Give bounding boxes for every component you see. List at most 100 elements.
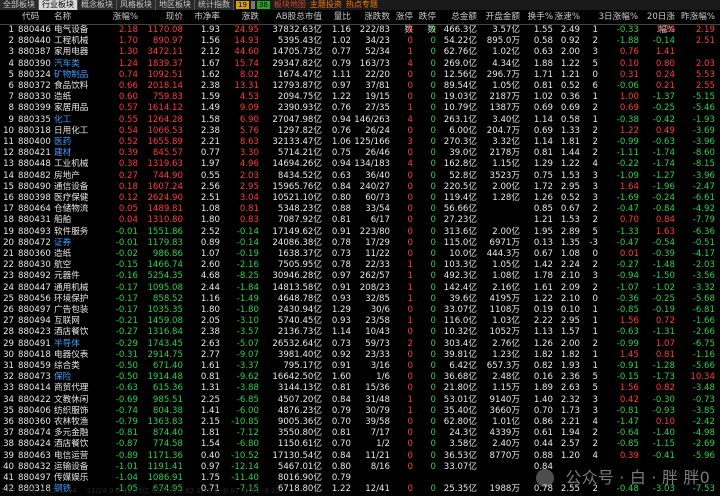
table-row[interactable]: 10 880318 日用化工 0.54 1066.53 2.38 5.76 1297.82亿 0… (0, 125, 720, 137)
table-row[interactable]: 30 880418 电器仪表 -0.31 2914.75 2.77 -9.07 3981.40… (0, 349, 720, 361)
table-row[interactable]: 17 880464 仓储物流 0.05 1489.81 1.08 0.81 5348.23亿 0… (0, 203, 720, 215)
table-row[interactable]: 24 880447 通用机械 -0.17 1095.08 2.44 -1.84 14813.5… (0, 282, 720, 294)
col-adv-dec[interactable]: 涨跌数 (352, 11, 390, 24)
table-row[interactable]: 33 880414 商贸代理 -0.63 615.36 1.31 -3.88 3144.13亿… (0, 382, 720, 394)
table-row[interactable]: 25 880456 环境保护 -0.17 858.52 1.16 -1.49 4648.78亿… (0, 293, 720, 305)
tab-concept-sectors[interactable]: 概念板块 (78, 0, 117, 10)
cell-d20: 0.72 (655, 316, 675, 327)
tab-region-sectors[interactable]: 地区板块 (156, 0, 195, 10)
cell-price: 2914.75 (147, 349, 183, 360)
table-row[interactable]: 37 880474 多元金融 -0.81 874.40 1.81 -7.12 3550.80亿… (0, 427, 720, 439)
table-row[interactable]: 20 880472 证券 -0.01 1179.83 0.89 -0.14 24086.38亿… (0, 237, 720, 249)
col-3d-change[interactable]: 3日涨幅% (580, 11, 638, 24)
table-row[interactable]: 2 880440 工程机械 1.70 890.97 1.56 14.93 5395.43亿 1.… (0, 35, 720, 47)
table-row[interactable]: 29 880491 半导体 -0.29 1743.45 2.63 -5.07 26532.64… (0, 338, 720, 350)
table-row[interactable]: 31 880459 综合类 -0.50 671.40 1.61 -3.37 795.17亿 0.… (0, 360, 720, 372)
cell-prev: -6.36 (692, 226, 715, 237)
cell-amt: 27.23亿 (443, 215, 477, 226)
cell-name: 工业机械 (54, 159, 89, 170)
col-name[interactable]: 名称 (54, 11, 106, 24)
tab-style-sectors[interactable]: 风格板块 (117, 0, 156, 10)
col-turnover[interactable]: 换手% (521, 11, 553, 24)
table-row[interactable]: 19 880493 软件服务 -0.01 1551.86 2.52 -0.14 17149.6… (0, 226, 720, 238)
table-row[interactable]: 23 880492 元器件 -0.16 5254.35 4.68 -8.25 30946.28… (0, 270, 720, 282)
tab-stat-index[interactable]: 统计指数 (195, 0, 234, 10)
cell-lu: 0 (407, 181, 413, 192)
cell-ld (414, 472, 436, 484)
cell-d3p: -0.99 (616, 338, 639, 349)
table-row[interactable]: 16 880398 医疗保健 0.12 2624.90 2.51 3.04 10521.10亿… (0, 192, 720, 204)
table-row[interactable]: 38 880424 酒店餐饮 -0.87 774.58 1.54 -6.80 1150.61亿… (0, 438, 720, 450)
tab-industry-sectors[interactable]: 行业板块 (39, 0, 78, 10)
table-row[interactable]: 39 880463 电信运营 -0.89 1171.36 0.40 -10.52 17130.… (0, 450, 720, 462)
table-row[interactable]: 1 880446 电气设备 2.18 1170.08 1.93 24.95 37832.63亿… (0, 24, 720, 36)
cell-chg: -5.07 (236, 338, 259, 349)
cell-lu: 0 (407, 417, 413, 427)
col-change[interactable]: 涨跌 (221, 11, 259, 24)
table-row[interactable]: 6 880372 食品饮料 0.66 2018.14 2.38 13.31 12793.87亿… (0, 80, 720, 92)
col-speed[interactable]: 涨速% (554, 11, 580, 24)
col-prev-change[interactable]: 昨涨幅% (677, 11, 715, 24)
table-row[interactable]: 5 880324 矿物制品 0.74 1092.51 1.62 8.02 1674.47亿 1.… (0, 69, 720, 81)
col-limit-up[interactable]: 涨停数 (391, 11, 413, 35)
cell-d20: -0.84 (652, 204, 675, 215)
cell-amt: 54.22亿 (443, 36, 477, 47)
link-hot-topics[interactable]: 热点专题 (346, 0, 378, 10)
cell-price: 1035.35 (147, 305, 183, 315)
table-row[interactable]: 32 880473 保险 -0.50 1914.48 0.81 -9.62 16642.50亿… (0, 371, 720, 383)
cell-price: 1086.91 (147, 473, 183, 483)
cell-spd: 2.36 (560, 372, 580, 383)
col-volume-ratio[interactable]: 量比 (323, 11, 351, 24)
cell-amt: 39.6亿 (449, 293, 477, 304)
table-row[interactable]: 9 880335 化工 0.55 1264.28 1.58 6.90 27047.98亿 0.9… (0, 114, 720, 126)
cell-name: 航空 (54, 260, 72, 271)
table-row[interactable]: 21 880360 造纸 -0.02 986.86 1.07 -0.19 1638.37亿 0.… (0, 248, 720, 260)
cell-vr: 0.70 (331, 439, 351, 450)
link-theme-investing[interactable]: 主题投资 (310, 0, 342, 10)
table-row[interactable]: 15 880490 通信设备 0.18 1607.24 2.56 2.95 15965.76亿… (0, 181, 720, 193)
cell-lu: 0 (407, 92, 413, 103)
col-open-amount[interactable]: 开盘金额 (478, 11, 520, 24)
table-row[interactable]: 34 880422 文教休闲 -0.69 985.51 2.25 -6.85 4507.20亿… (0, 394, 720, 406)
cell-name: 证券 (54, 237, 72, 248)
table-row[interactable]: 8 880399 家居用品 0.57 1614.12 1.49 9.09 2390.93亿 0.… (0, 102, 720, 114)
table-row[interactable]: 4 880390 汽车类 1.24 1839.37 1.67 15.74 29347.82亿 0… (0, 58, 720, 70)
cell-ld: 0 (430, 428, 436, 439)
tab-all-sectors[interactable]: 全部板块 (0, 0, 39, 10)
table-row[interactable]: 22 880430 航空 -0.15 1466.74 2.60 -2.16 7505.95亿 0… (0, 259, 720, 271)
table-row[interactable]: 18 880431 船舶 0.04 1310.80 1.80 0.83 7087.92亿 0.8… (0, 214, 720, 226)
table-row[interactable]: 12 880421 建材 0.39 845.57 0.77 3.30 5714.21亿 0.75… (0, 147, 720, 159)
table-row[interactable]: 13 880448 工业机械 0.38 1319.63 1.97 4.96 14694.26亿… (0, 158, 720, 170)
table-row[interactable]: 27 880494 互联网 -0.21 1459.08 2.05 -3.10 5740.45亿… (0, 315, 720, 327)
table-row[interactable]: 14 880482 房地产 0.27 744.90 0.55 2.03 8434.52亿 0.6… (0, 170, 720, 182)
table-row[interactable]: 28 880423 酒店餐饮 -0.27 1316.84 2.38 -3.57 2136.73… (0, 326, 720, 338)
table-row[interactable]: 11 880400 医药 0.52 1655.89 2.21 8.63 32133.47亿 1.… (0, 136, 720, 148)
col-total-amount[interactable]: 总金额 (437, 11, 477, 24)
col-price[interactable]: 现价 (139, 11, 183, 24)
cell-d3p: -0.15 (616, 372, 639, 383)
cell-d3p: 0.69 (619, 103, 639, 114)
cell-amt: 220.5亿 (443, 181, 477, 192)
table-row[interactable]: 36 880360 农林牧渔 -0.79 1363.83 2.15 -10.85 9005.3… (0, 416, 720, 428)
table-row[interactable]: 7 880330 造纸 0.60 759.83 1.59 4.53 2094.75亿 1.22 1… (0, 91, 720, 103)
col-market-cap[interactable]: AB股总市值 (260, 11, 322, 24)
cell-price: 1319.63 (147, 159, 183, 170)
table-row[interactable]: 26 880497 广告包装 -0.17 1035.35 1.80 -1.80 2430.94… (0, 304, 720, 316)
cell-d20: 0.24 (655, 69, 675, 80)
table-row[interactable]: 3 880387 家用电器 1.30 3472.11 2.12 44.60 14705.73亿… (0, 46, 720, 58)
cell-pb: 1.59 (200, 92, 220, 103)
cell-turn: 1.89 (533, 383, 553, 394)
col-20d-change[interactable]: 20日涨幅% (641, 11, 675, 35)
table-row[interactable]: 35 880406 纺织服饰 -0.74 804.38 1.41 -6.00 4876.23亿… (0, 405, 720, 417)
sector-table: 1 8 8 0 4 4 6 电气设备 2.18 1170.08 1.93 24.95 37832.63亿… (0, 24, 720, 496)
cell-vr: 0.70 (331, 417, 351, 427)
col-limit-down[interactable]: 跌停数 (414, 11, 436, 35)
col-pb[interactable]: 市净率 (184, 11, 220, 24)
cell-prev: -4.92 (692, 204, 715, 215)
cell-pct: 0.18 (118, 181, 138, 192)
link-sector-map[interactable]: 板块地图 (274, 0, 306, 10)
col-change-pct[interactable]: 涨幅% (104, 11, 138, 24)
cell-pct: -0.79 (115, 417, 138, 427)
cell-adv: 23/58 (365, 316, 390, 327)
cell-amt: 10.79亿 (443, 103, 477, 114)
